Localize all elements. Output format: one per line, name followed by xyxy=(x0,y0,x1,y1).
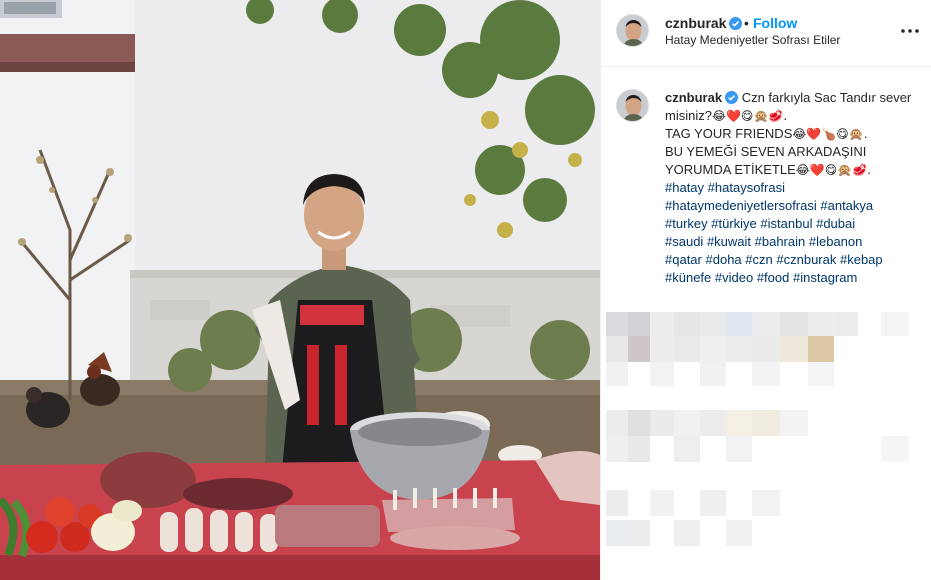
author-username[interactable]: cznburak xyxy=(665,15,743,31)
follow-button[interactable]: Follow xyxy=(753,15,797,31)
hashtag-link[interactable]: #instagram xyxy=(793,270,857,285)
more-options-icon[interactable] xyxy=(899,20,921,42)
caption-text: cznburak Czn farkıyla Sac Tandır sever m… xyxy=(665,89,917,287)
hashtag-link[interactable]: #dubai xyxy=(816,216,855,231)
pixelation-overlay xyxy=(601,290,931,580)
blurred-comments-area xyxy=(601,290,931,580)
author-avatar[interactable] xyxy=(616,14,649,47)
hashtag-link[interactable]: #kebap xyxy=(840,252,883,267)
hashtag-link[interactable]: #cznburak xyxy=(776,252,836,267)
hashtag-link[interactable]: #turkey xyxy=(665,216,708,231)
hashtag-link[interactable]: #antakya xyxy=(820,198,873,213)
caption-emoji-3: 😂❤️😋🙊🥩. xyxy=(795,163,871,177)
post-header: cznburak • Follow Hatay Medeniyetler Sof… xyxy=(601,0,931,67)
hashtag-link[interactable]: #saudi xyxy=(665,234,703,249)
hashtag-link[interactable]: #hatay xyxy=(665,180,704,195)
hashtag-link[interactable]: #türkiye xyxy=(711,216,757,231)
hashtag-link[interactable]: #künefe xyxy=(665,270,711,285)
caption-emoji-2: 😂❤️🍗😋🙊. xyxy=(792,127,868,141)
caption-emoji-1: 😂❤️😋🙊🥩. xyxy=(711,109,788,123)
hashtag-link[interactable]: #bahrain xyxy=(755,234,806,249)
avatar-image xyxy=(617,15,648,46)
video-frame-illustration xyxy=(0,0,600,580)
hashtag-link[interactable]: #food xyxy=(757,270,790,285)
avatar-image xyxy=(617,90,648,121)
location-link[interactable]: Hatay Medeniyetler Sofrası Etiler xyxy=(665,33,840,47)
hashtag-list: #hatay #hataysofrasi #hataymedeniyetlers… xyxy=(665,180,883,285)
hashtag-link[interactable]: #qatar xyxy=(665,252,702,267)
separator-dot: • xyxy=(744,15,749,31)
caption-avatar[interactable] xyxy=(616,89,649,122)
hashtag-link[interactable]: #hataymedeniyetlersofrasi xyxy=(665,198,817,213)
verified-badge-icon xyxy=(725,91,739,104)
post-media[interactable] xyxy=(0,0,600,580)
hashtag-link[interactable]: #istanbul xyxy=(760,216,812,231)
post-sidebar: cznburak • Follow Hatay Medeniyetler Sof… xyxy=(600,0,931,580)
hashtag-link[interactable]: #czn xyxy=(745,252,772,267)
hashtag-link[interactable]: #kuwait xyxy=(707,234,751,249)
hashtag-link[interactable]: #hataysofrasi xyxy=(708,180,785,195)
caption-username[interactable]: cznburak xyxy=(665,90,722,105)
caption-line-2: TAG YOUR FRIENDS xyxy=(665,126,793,141)
hashtag-link[interactable]: #doha xyxy=(706,252,742,267)
hashtag-link[interactable]: #lebanon xyxy=(809,234,863,249)
author-username-text[interactable]: cznburak xyxy=(665,15,726,31)
verified-badge-icon xyxy=(729,17,743,30)
hashtag-link[interactable]: #video xyxy=(715,270,753,285)
